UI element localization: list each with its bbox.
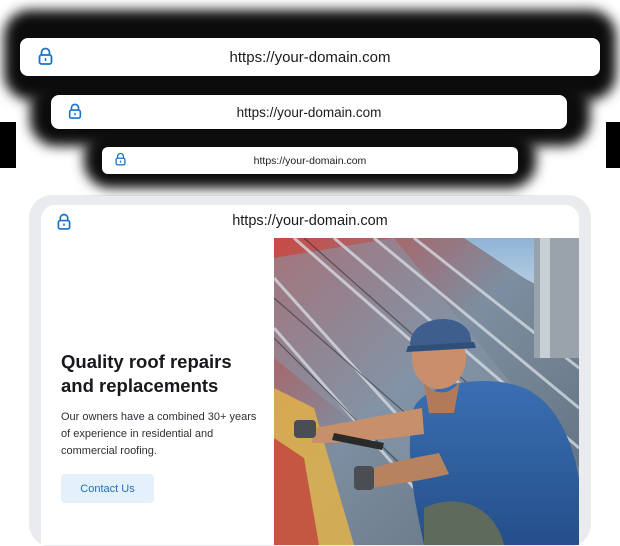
background-edge-right xyxy=(606,122,620,168)
lock-icon xyxy=(68,103,82,119)
lock-icon xyxy=(115,152,126,166)
url-bar-medium[interactable]: https://your-domain.com xyxy=(51,95,567,129)
url-text: https://your-domain.com xyxy=(232,213,388,229)
lock-icon xyxy=(38,47,53,65)
url-text: https://your-domain.com xyxy=(253,154,367,167)
url-bar-large[interactable]: https://your-domain.com xyxy=(20,38,600,76)
website-preview: https://your-domain.com Quality roof rep… xyxy=(41,205,579,545)
background-edge-left xyxy=(0,122,16,168)
url-text: https://your-domain.com xyxy=(229,48,391,66)
roofer-photo xyxy=(274,238,579,545)
url-bar-small[interactable]: https://your-domain.com xyxy=(102,147,518,174)
hero-description: Our owners have a combined 30+ years of … xyxy=(61,411,257,457)
contact-us-button[interactable]: Contact Us xyxy=(61,474,154,503)
hero-headline: Quality roof repairs and replacements xyxy=(61,351,232,396)
url-text: https://your-domain.com xyxy=(236,104,382,120)
browser-address-bar[interactable]: https://your-domain.com xyxy=(41,205,579,239)
hero-text-panel: Quality roof repairs and replacements Ou… xyxy=(41,238,274,545)
